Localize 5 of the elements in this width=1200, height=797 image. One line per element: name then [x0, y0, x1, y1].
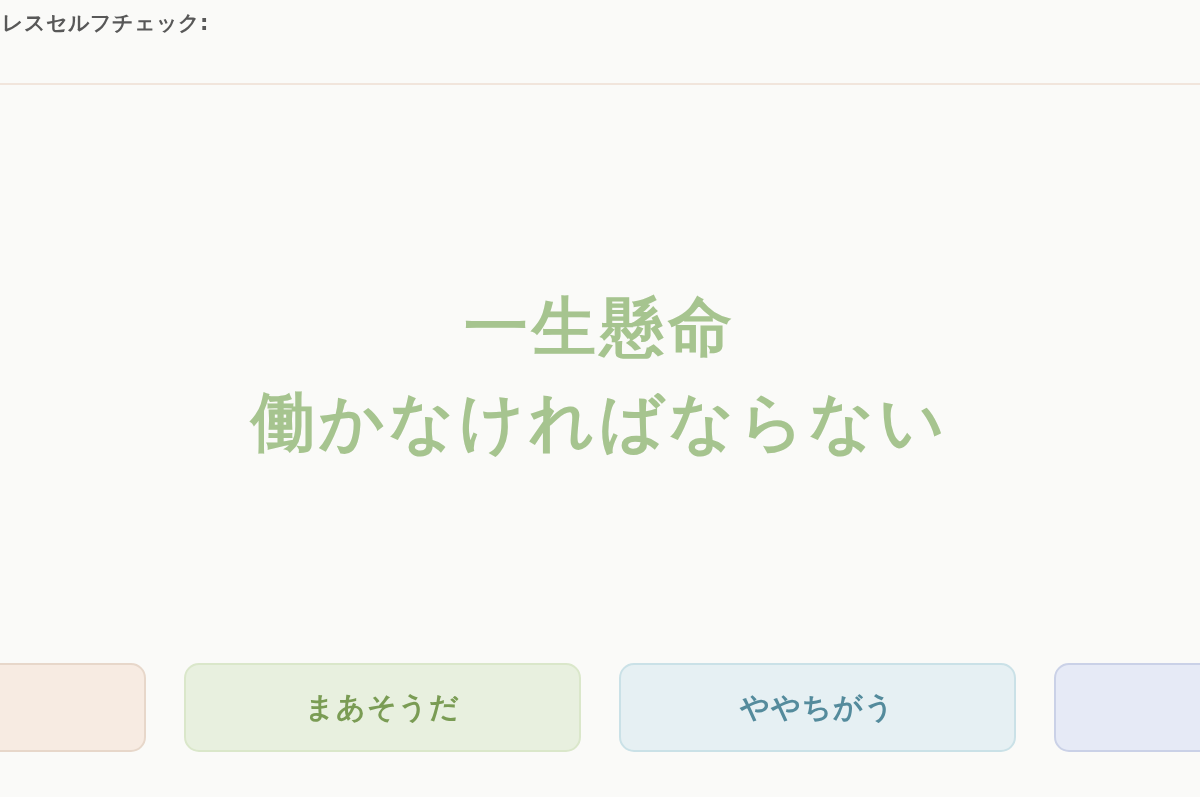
- question-text: 働かなければならない: [251, 384, 949, 461]
- section-title: レスセルフチェック:: [2, 10, 209, 37]
- answer-button[interactable]: まあそうだ: [184, 663, 581, 752]
- question-text: 一生懸命: [464, 289, 736, 366]
- answer-button[interactable]: ややちがう: [619, 663, 1016, 752]
